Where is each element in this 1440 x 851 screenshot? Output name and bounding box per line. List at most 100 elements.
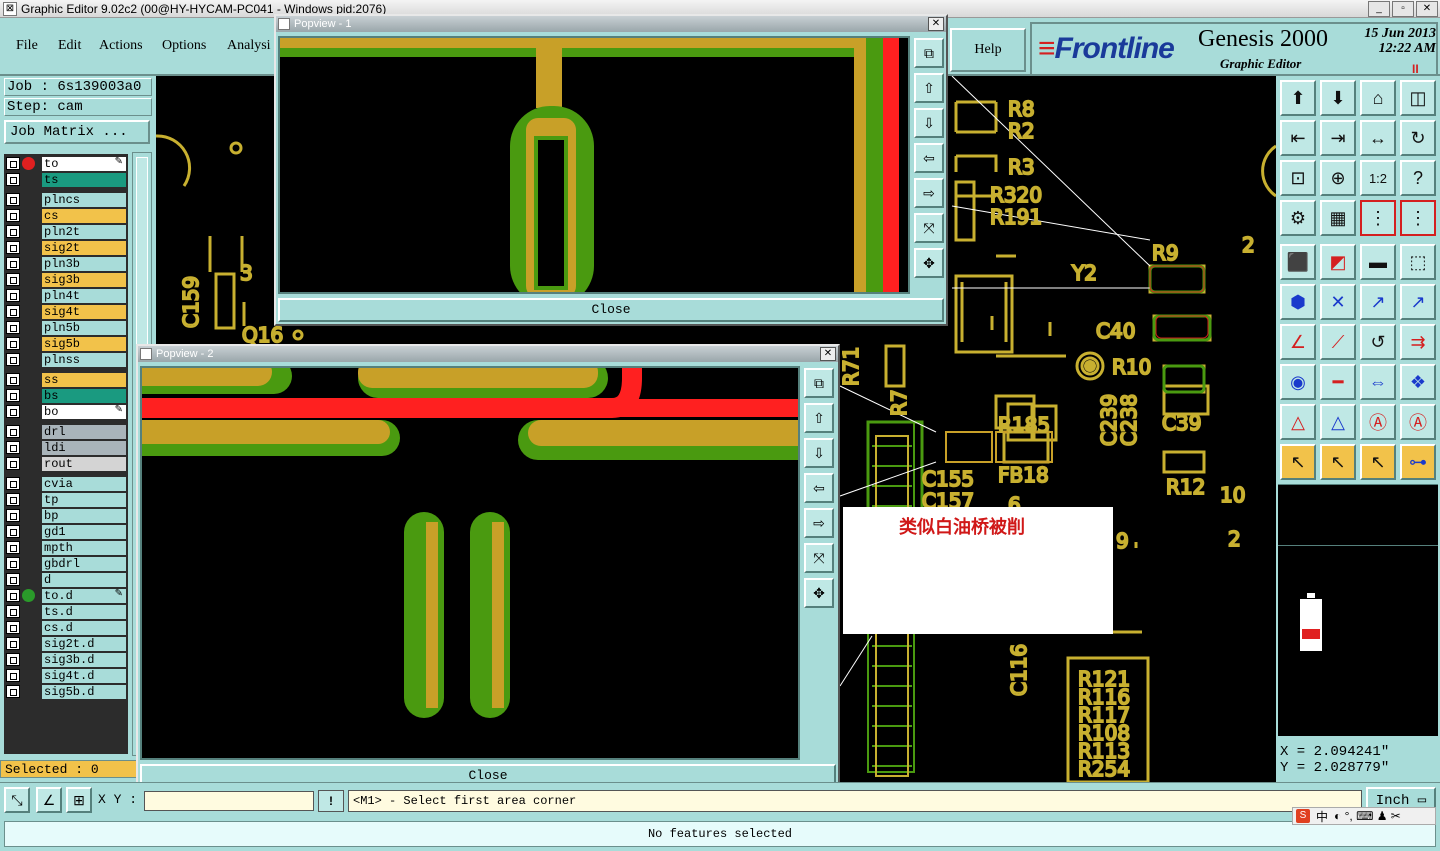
popview-1-right-icon[interactable]: ⇨ [914,178,944,208]
layer-indicator-slot[interactable] [22,353,35,366]
layer-indicator-slot[interactable] [22,173,35,186]
layer-row[interactable]: sig3b.d [6,652,126,667]
popview-1-pan-icon[interactable]: ✥ [914,248,944,278]
layer-checkbox[interactable] [6,541,20,554]
layer-checkbox[interactable] [6,209,20,222]
layer-indicator-slot[interactable] [22,289,35,302]
measure-a-alt-icon[interactable]: Ⓐ [1400,404,1436,440]
layer-row[interactable]: ldi [6,440,126,455]
layer-indicator-slot[interactable] [22,389,35,402]
layer-checkbox[interactable] [6,557,20,570]
grid-icon[interactable]: ▦ [1320,200,1356,236]
layer-indicator-slot[interactable] [22,209,35,222]
layer-name[interactable]: bs [42,388,126,403]
menu-actions[interactable]: Actions [99,38,143,54]
help-query-icon[interactable]: ? [1400,160,1436,196]
popview-2-up-icon[interactable]: ⇧ [804,403,834,433]
layer-name[interactable]: tp [42,492,126,507]
layer-indicator-slot[interactable] [22,273,35,286]
layer-indicator-slot[interactable] [22,257,35,270]
feature-select-icon[interactable]: ⬛ [1280,244,1316,280]
pointer-box-icon[interactable]: ↖ [1320,444,1356,480]
ruler-icon[interactable]: ▬ [1360,244,1396,280]
snap-alt-icon[interactable]: ⋮ [1400,200,1436,236]
layer-checkbox[interactable] [6,289,20,302]
layer-row[interactable]: sig5b [6,336,126,351]
layer-row[interactable]: bp [6,508,126,523]
popview-2-canvas[interactable] [140,366,800,760]
layer-name[interactable]: bo [42,404,126,419]
job-matrix-button[interactable]: Job Matrix ... [4,120,150,144]
layer-name[interactable]: cvia [42,476,126,491]
popview-1-up-icon[interactable]: ⇧ [914,73,944,103]
layer-checkbox[interactable] [6,157,20,170]
popview-2-right-icon[interactable]: ⇨ [804,508,834,538]
popview-2-left-icon[interactable]: ⇦ [804,473,834,503]
pointer-select-icon[interactable]: ↖ [1360,444,1396,480]
popview-2-down-icon[interactable]: ⇩ [804,438,834,468]
layer-row[interactable]: mpth [6,540,126,555]
cross-icon[interactable]: ✕ [1320,284,1356,320]
layer-name[interactable]: pln4t [42,288,126,303]
draw-line-icon[interactable]: ◩ [1320,244,1356,280]
layer-indicator-slot[interactable] [22,405,35,418]
move-up-icon[interactable]: ⬆ [1280,80,1316,116]
pan-left-icon[interactable]: ⇤ [1280,120,1316,156]
layer-name[interactable]: cs [42,208,126,223]
center-icon[interactable]: ⊕ [1320,160,1356,196]
menu-options[interactable]: Options [162,38,206,54]
layer-row[interactable]: gbdrl [6,556,126,571]
layer-work-indicator-icon[interactable] [22,589,35,602]
layer-name[interactable]: ss [42,372,126,387]
layer-row[interactable]: pln2t [6,224,126,239]
layer-indicator-slot[interactable] [22,457,35,470]
measure-icon[interactable]: ↗ [1360,284,1396,320]
layer-checkbox[interactable] [6,525,20,538]
layer-indicator-slot[interactable] [22,573,35,586]
measure-a-icon[interactable]: Ⓐ [1360,404,1396,440]
layer-checkbox[interactable] [6,405,20,418]
layer-indicator-slot[interactable] [22,441,35,454]
layer-checkbox[interactable] [6,389,20,402]
mirror-icon[interactable]: ↔ [1360,120,1396,156]
layer-indicator-slot[interactable] [22,193,35,206]
layer-checkbox[interactable] [6,373,20,386]
point-icon[interactable]: ◉ [1280,364,1316,400]
layer-name[interactable]: mpth [42,540,126,555]
layer-checkbox[interactable] [6,653,20,666]
popview-1-zoom-icon[interactable]: ⧉ [914,38,944,68]
grid-snap-icon[interactable]: ⊞ [66,787,92,813]
popview-1-left-icon[interactable]: ⇦ [914,143,944,173]
layer-name[interactable]: drl [42,424,126,439]
angle-icon[interactable]: ∠ [1280,324,1316,360]
layer-checkbox[interactable] [6,193,20,206]
layer-indicator-slot[interactable] [22,337,35,350]
layer-indicator-slot[interactable] [22,225,35,238]
layer-name[interactable]: plnss [42,352,126,367]
pan-right-icon[interactable]: ⇥ [1320,120,1356,156]
zoom-area-icon[interactable]: ⤡ [4,787,30,813]
ime-toolbar[interactable]: S 中 ◐ °, ⌨ ♟ ✂ [1292,807,1436,825]
layer-indicator-slot[interactable] [22,305,35,318]
minimize-button[interactable]: _ [1368,1,1390,17]
layer-checkbox[interactable] [6,621,20,634]
layer-name[interactable]: sig5b [42,336,126,351]
layer-name[interactable]: to [42,156,126,171]
layer-name[interactable]: d [42,572,126,587]
layer-row[interactable]: ts.d [6,604,126,619]
rotate-icon[interactable]: ↻ [1400,120,1436,156]
layer-name[interactable]: to.d [42,588,126,603]
layer-name[interactable]: pln3b [42,256,126,271]
slope-icon[interactable]: ⟋ [1320,324,1356,360]
layer-row[interactable]: pln3b [6,256,126,271]
menu-file[interactable]: File [16,38,38,54]
layer-name[interactable]: pln2t [42,224,126,239]
home-icon[interactable]: ⌂ [1360,80,1396,116]
layer-row[interactable]: plnss [6,352,126,367]
layer-name[interactable]: gd1 [42,524,126,539]
pad-icon[interactable]: ❖ [1400,364,1436,400]
popview-1-close-icon[interactable]: ✕ [928,17,944,31]
arc-icon[interactable]: ↺ [1360,324,1396,360]
layer-indicator-slot[interactable] [22,557,35,570]
measure-tool-icon[interactable]: ∠ [36,787,62,813]
